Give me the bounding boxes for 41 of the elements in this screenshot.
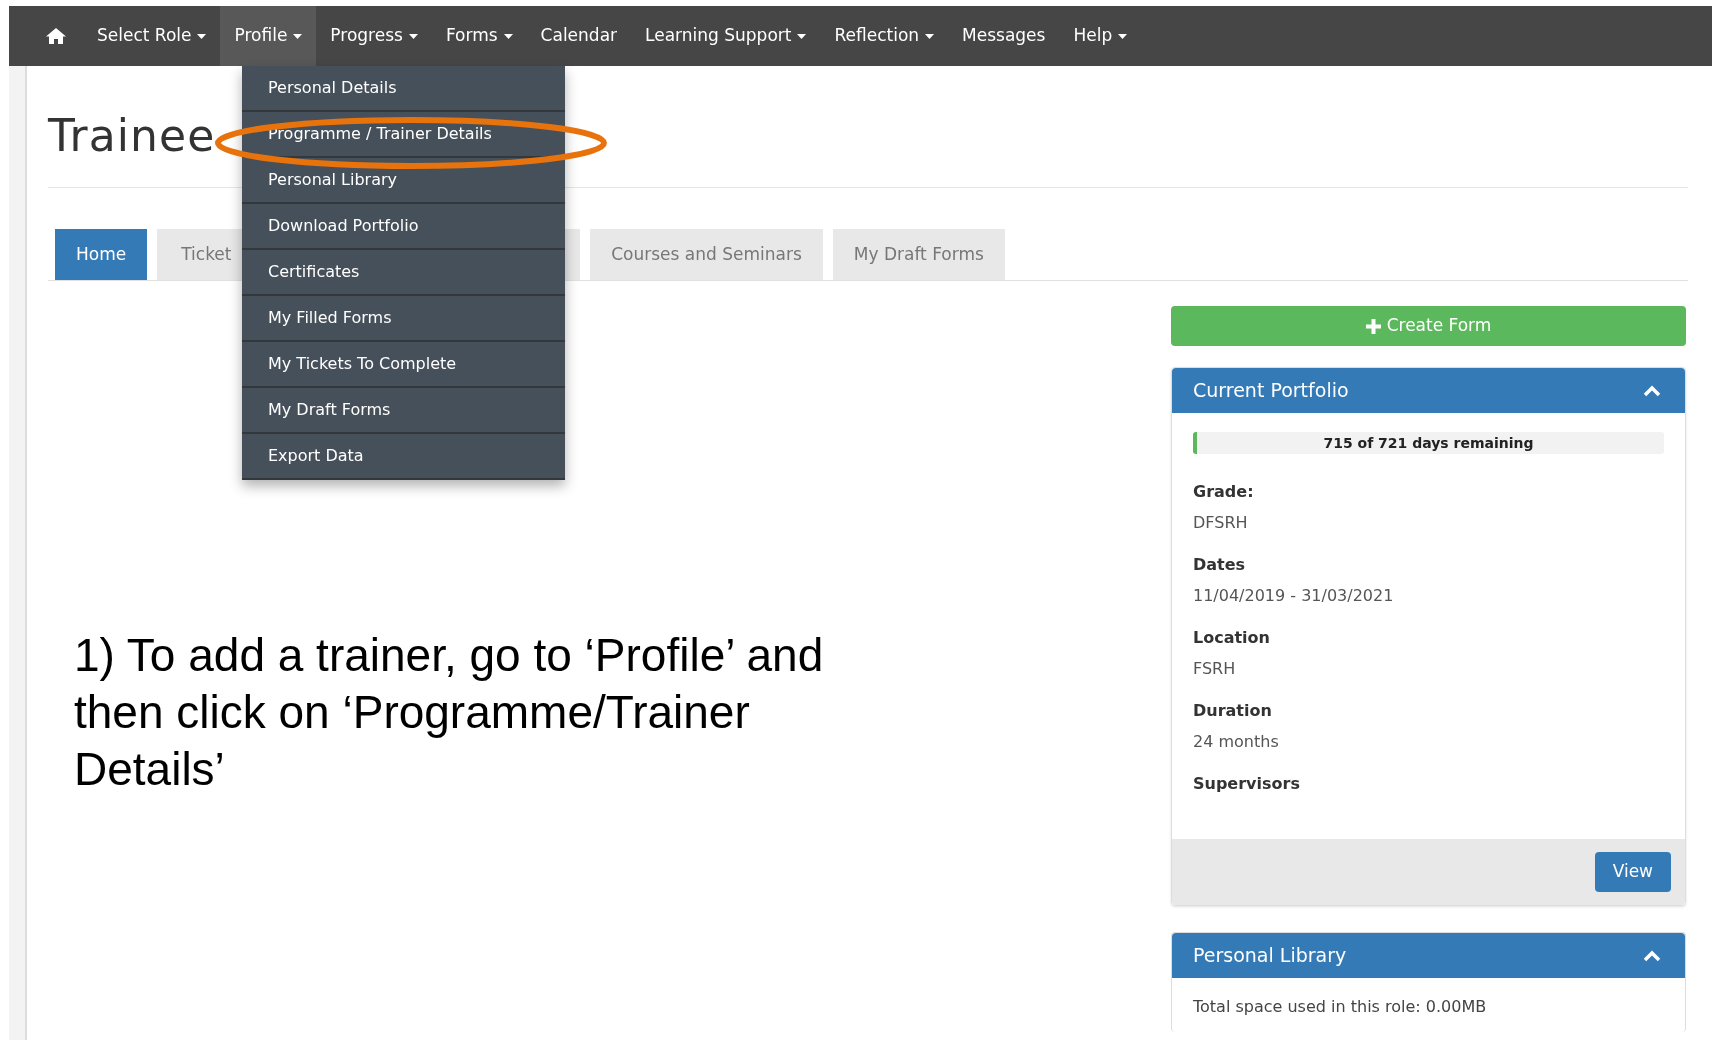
dropdown-menu-item[interactable]: Download Portfolio [242,204,565,250]
nav-menu-item[interactable]: Select Role [83,6,221,66]
tab[interactable]: My Draft Forms [832,229,1005,280]
dropdown-menu-item[interactable]: Certificates [242,250,565,296]
chevron-up-icon[interactable] [1643,949,1661,962]
nav-menu-item[interactable]: Forms [431,6,527,66]
nav-menu-item[interactable]: Reflection [820,6,949,66]
nav-menu-item[interactable]: Calendar [526,6,632,66]
view-button[interactable]: View [1594,852,1671,892]
field-label: Location [1193,626,1270,649]
nav-menu-item[interactable]: Progress [316,6,432,66]
dropdown-menu-item[interactable]: Programme / Trainer Details [242,112,565,158]
nav-menu-item[interactable]: Profile [220,6,317,66]
dropdown-menu-item[interactable]: Export Data [242,434,565,480]
field-label: Dates [1193,553,1246,576]
field-label: Grade: [1193,480,1254,503]
page-title: Trainee [48,110,216,162]
panel-title: Current Portfolio [1193,378,1349,404]
field-value: 11/04/2019 - 31/03/2021 [1193,584,1394,607]
home-icon [45,27,67,45]
field-value: DFSRH [1193,511,1248,534]
tab[interactable]: Home [55,229,148,280]
progress-reading: 715 of 721 days remaining [1323,434,1534,453]
field-label: Supervisors [1193,772,1300,795]
dropdown-menu-item[interactable]: Personal Library [242,158,565,204]
tab[interactable]: Courses and Seminars [590,229,823,280]
dropdown-menu-item[interactable]: Personal Details [242,66,565,112]
nav-menu-item[interactable]: Help [1059,6,1142,66]
nav-menu-item[interactable]: Learning Support [631,6,821,66]
dropdown-menu-item[interactable]: My Filled Forms [242,296,565,342]
plus-icon [1365,318,1381,334]
panel-title: Personal Library [1193,943,1347,969]
field-value: 24 months [1193,730,1279,753]
dropdown-menu-item[interactable]: My Draft Forms [242,388,565,434]
chevron-up-icon[interactable] [1643,384,1661,397]
field-label: Duration [1193,699,1272,722]
storage-text: Total space used in this role: 0.00MB [1192,996,1488,1018]
nav-menu-item[interactable]: Messages [948,6,1060,66]
instruction-text: 1) To add a trainer, go to ‘Profile’ and then click on ‘Programme/Trainer Details’ [74,628,825,797]
field-value: FSRH [1193,657,1236,680]
dropdown-menu-item[interactable]: My Tickets To Complete [242,342,565,388]
